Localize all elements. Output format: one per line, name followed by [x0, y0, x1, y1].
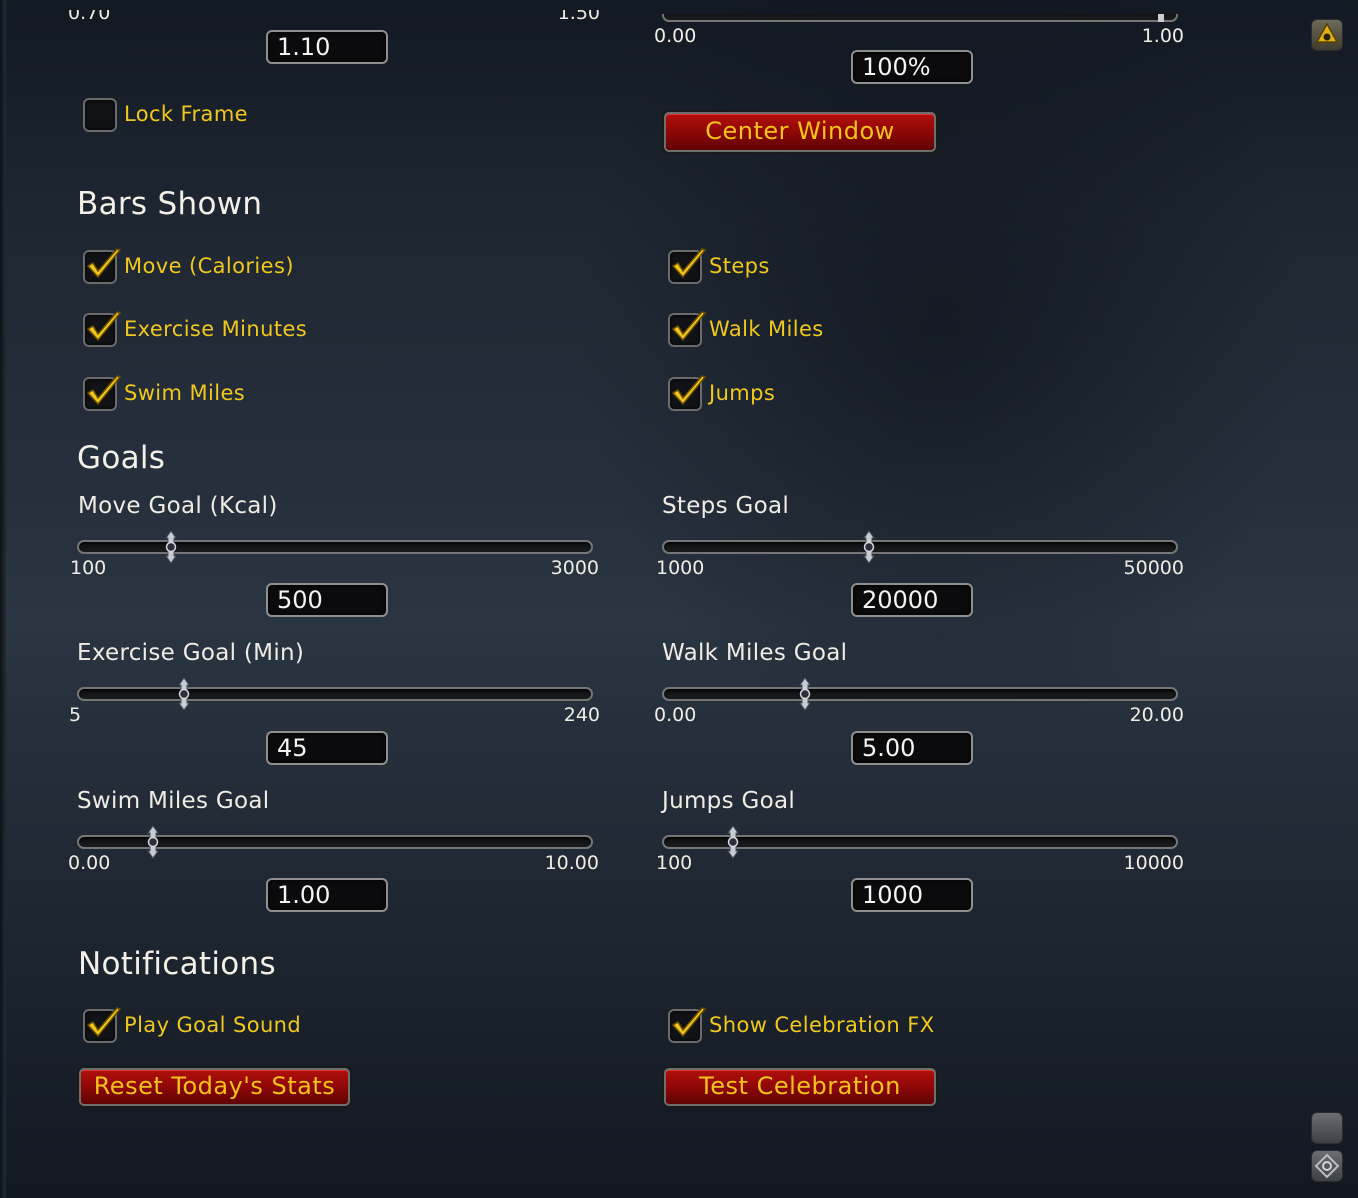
- lock-frame-label: Lock Frame: [124, 102, 248, 126]
- walk-miles-goal-max-tick: 20.00: [1129, 704, 1184, 726]
- goals-title: Goals: [77, 440, 166, 476]
- checkmark-icon: [671, 248, 707, 279]
- exercise-goal-max-tick: 240: [563, 704, 600, 726]
- swim-miles-goal-min-tick: 0.00: [68, 852, 111, 874]
- top-left-slider-max-tick: 1.50: [557, 2, 600, 24]
- exercise-goal-slider-thumb[interactable]: [176, 677, 192, 711]
- jumps-checkbox[interactable]: [668, 375, 707, 411]
- show-celebration-fx-checkbox[interactable]: [668, 1007, 707, 1043]
- swim-miles-label: Swim Miles: [124, 381, 246, 405]
- exercise-minutes-label: Exercise Minutes: [124, 317, 308, 341]
- move-goal-slider[interactable]: [77, 530, 593, 564]
- jumps-goal-max-tick: 10000: [1123, 852, 1184, 874]
- swim-miles-goal-value-box[interactable]: 1.00: [266, 878, 388, 912]
- bars-shown-title: Bars Shown: [77, 186, 263, 222]
- walk-miles-goal-slider[interactable]: [662, 677, 1178, 711]
- walk-miles-goal-min-tick: 0.00: [654, 704, 697, 726]
- jumps-goal-label: Jumps Goal: [662, 788, 796, 814]
- settings-gear-icon[interactable]: [1311, 1150, 1343, 1182]
- top-right-value-box[interactable]: 100%: [851, 50, 973, 84]
- jumps-goal-min-tick: 100: [656, 852, 693, 874]
- checkmark-icon: [86, 248, 122, 279]
- exercise-goal-slider[interactable]: [77, 677, 593, 711]
- checkmark-icon: [86, 1007, 122, 1038]
- exercise-goal-value-box[interactable]: 45: [266, 731, 388, 765]
- play-goal-sound-label: Play Goal Sound: [124, 1013, 302, 1037]
- notifications-title: Notifications: [78, 946, 276, 982]
- show-celebration-fx-label: Show Celebration FX: [709, 1013, 935, 1037]
- move-goal-max-tick: 3000: [550, 557, 599, 579]
- top-right-slider-max-tick: 1.00: [1141, 25, 1184, 47]
- swim-miles-goal-label: Swim Miles Goal: [77, 788, 270, 814]
- jumps-goal-slider[interactable]: [662, 825, 1178, 859]
- move-calories-checkbox[interactable]: [83, 248, 122, 284]
- square-button-icon[interactable]: [1311, 1112, 1343, 1144]
- checkmark-icon: [671, 375, 707, 406]
- top-right-slider-min-tick: 0.00: [654, 25, 697, 47]
- jumps-goal-slider-thumb[interactable]: [725, 825, 741, 859]
- move-goal-slider-thumb[interactable]: [163, 530, 179, 564]
- top-left-slider-min-tick: 0.70: [68, 2, 111, 24]
- play-goal-sound-checkbox[interactable]: [83, 1007, 122, 1043]
- swim-miles-goal-slider-thumb[interactable]: [145, 825, 161, 859]
- exercise-goal-min-tick: 5: [69, 704, 82, 726]
- window-left-edge: [0, 0, 6, 1198]
- checkmark-icon: [86, 311, 122, 342]
- reset-todays-stats-button[interactable]: Reset Today's Stats: [79, 1068, 350, 1106]
- steps-goal-slider-thumb[interactable]: [861, 530, 877, 564]
- center-window-button[interactable]: Center Window: [664, 112, 936, 152]
- swim-miles-goal-slider[interactable]: [77, 825, 593, 859]
- swim-miles-checkbox[interactable]: [83, 375, 122, 411]
- move-goal-label: Move Goal (Kcal): [78, 493, 278, 519]
- minimap-tracking-icon[interactable]: [1311, 19, 1343, 51]
- steps-label: Steps: [709, 254, 770, 278]
- steps-goal-label: Steps Goal: [662, 493, 790, 519]
- jumps-label: Jumps: [709, 381, 776, 405]
- exercise-goal-label: Exercise Goal (Min): [77, 640, 305, 666]
- move-goal-min-tick: 100: [70, 557, 107, 579]
- steps-goal-max-tick: 50000: [1123, 557, 1184, 579]
- walk-miles-checkbox[interactable]: [668, 311, 707, 347]
- move-calories-label: Move (Calories): [124, 254, 294, 278]
- exercise-minutes-checkbox[interactable]: [83, 311, 122, 347]
- top-left-value-box[interactable]: 1.10: [266, 30, 388, 64]
- test-celebration-button[interactable]: Test Celebration: [664, 1068, 936, 1106]
- checkmark-icon: [671, 311, 707, 342]
- walk-miles-goal-slider-thumb[interactable]: [797, 677, 813, 711]
- top-right-slider-track[interactable]: [662, 14, 1178, 22]
- jumps-goal-value-box[interactable]: 1000: [851, 878, 973, 912]
- steps-goal-slider[interactable]: [662, 530, 1178, 564]
- checkmark-icon: [671, 1007, 707, 1038]
- steps-goal-value-box[interactable]: 20000: [851, 583, 973, 617]
- swim-miles-goal-max-tick: 10.00: [544, 852, 599, 874]
- walk-miles-goal-label: Walk Miles Goal: [662, 640, 848, 666]
- steps-goal-min-tick: 1000: [656, 557, 705, 579]
- walk-miles-goal-value-box[interactable]: 5.00: [851, 731, 973, 765]
- checkmark-icon: [86, 375, 122, 406]
- steps-checkbox[interactable]: [668, 248, 707, 284]
- lock-frame-checkbox[interactable]: [83, 98, 117, 132]
- move-goal-value-box[interactable]: 500: [266, 583, 388, 617]
- walk-miles-label: Walk Miles: [709, 317, 824, 341]
